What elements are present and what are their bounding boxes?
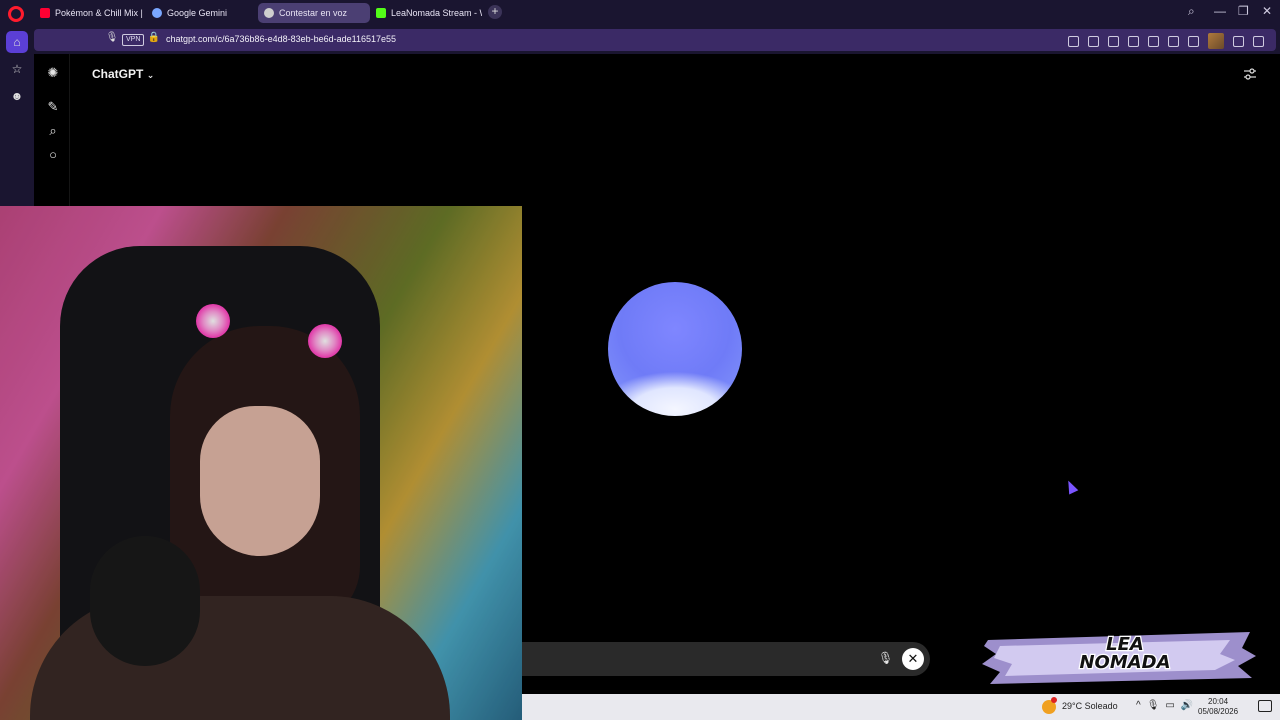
new-tab-button[interactable]: +: [488, 5, 502, 19]
new-chat-icon[interactable]: ✎: [46, 100, 60, 114]
chatgpt-logo-icon[interactable]: ✺: [46, 66, 60, 80]
weather-alert-badge: [1051, 697, 1057, 703]
svg-text:NOMADA: NOMADA: [1079, 652, 1170, 673]
settings-sliders-icon[interactable]: [1243, 67, 1257, 81]
microphone-icon[interactable]: 🎙: [878, 651, 893, 665]
chatgpt-sidebar: ✺ ✎ ⌕ ○: [34, 54, 70, 206]
star-icon[interactable]: ☆: [6, 58, 28, 80]
tab-chatgpt[interactable]: Contestar en voz: [258, 3, 370, 23]
microphone-icon[interactable]: 🎙: [1147, 700, 1160, 711]
lea-nomada-logo: LEA NOMADA: [982, 632, 1256, 684]
youtube-icon: [40, 8, 50, 18]
opera-logo-icon[interactable]: [8, 6, 24, 22]
kick-icon: [376, 8, 386, 18]
lock-icon[interactable]: 🔒: [146, 32, 162, 43]
voice-orb: [608, 282, 742, 416]
home-icon[interactable]: ⌂: [6, 31, 28, 53]
edit-icon[interactable]: [1068, 35, 1079, 47]
tab-pokemon[interactable]: Pokémon & Chill Mix |: [34, 3, 144, 23]
menu-icon[interactable]: [1188, 35, 1199, 47]
notifications-icon[interactable]: 6: [1258, 700, 1272, 712]
network-icon[interactable]: ▭: [1165, 700, 1174, 711]
chevron-up-icon[interactable]: ^: [1136, 700, 1141, 711]
screen: Pokémon & Chill Mix | Google Gemini Cont…: [0, 0, 1280, 720]
system-tray: ^ 🎙 ▭ 🔊: [1136, 700, 1193, 711]
extensions-icon[interactable]: [1253, 35, 1264, 47]
play-icon[interactable]: [1128, 35, 1139, 47]
address-field[interactable]: 🎙 VPN 🔒 chatgpt.com/c/6a736b86-e4d8-83eb…: [34, 29, 1276, 51]
clock-time: 20:04: [1208, 697, 1229, 706]
clock-date: 05/08/2026: [1198, 707, 1239, 716]
vpn-badge[interactable]: VPN: [122, 34, 145, 46]
windows-taskbar: 29°C Soleado ^ 🎙 ▭ 🔊 20:04 05/08/2026 6: [522, 694, 1280, 720]
tab-bar: Pokémon & Chill Mix | Google Gemini Cont…: [0, 0, 1280, 26]
opera-sidebar: ⌂ ☆ ☻: [0, 26, 34, 206]
url-text[interactable]: chatgpt.com/c/6a736b86-e4d8-83eb-be6d-ad…: [166, 34, 396, 44]
ai-icon[interactable]: [1233, 35, 1244, 47]
extension-icons: [1068, 33, 1264, 49]
webcam-overlay: [0, 206, 522, 720]
tab-label: Pokémon & Chill Mix |: [55, 8, 143, 18]
weather-text[interactable]: 29°C Soleado: [1062, 701, 1118, 711]
chat-icon[interactable]: ○: [46, 148, 60, 162]
heart-icon[interactable]: [1148, 35, 1159, 47]
clock[interactable]: 20:04 05/08/2026: [1198, 697, 1238, 717]
camera-icon[interactable]: [1088, 35, 1099, 47]
tab-kick[interactable]: LeaNomada Stream - Wat: [370, 3, 482, 23]
model-selector[interactable]: ChatGPT ⌄: [92, 67, 154, 81]
shield-icon[interactable]: [1108, 35, 1119, 47]
address-bar-row: ‹ › ↻ 🎙 VPN 🔒 chatgpt.com/c/6a736b86-e4d…: [0, 26, 1280, 54]
chatgpt-icon: [264, 8, 274, 18]
microphone-icon[interactable]: 🎙: [104, 32, 120, 43]
tab-gemini[interactable]: Google Gemini: [146, 3, 256, 23]
tab-label: LeaNomada Stream - Wat: [391, 8, 482, 18]
end-voice-button[interactable]: ✕: [902, 648, 924, 670]
voice-controls: 🎙 ✕: [522, 642, 930, 676]
search-icon[interactable]: ⌕: [46, 124, 60, 138]
mouse-cursor-icon: [1063, 478, 1079, 495]
close-window-icon[interactable]: ✕: [1262, 4, 1272, 18]
notification-count: 6: [1267, 702, 1271, 709]
profile-avatar[interactable]: [1208, 33, 1224, 49]
tab-label: Google Gemini: [167, 8, 228, 18]
minimize-icon[interactable]: —: [1214, 4, 1226, 18]
download-icon[interactable]: [1168, 35, 1179, 47]
messenger-icon[interactable]: ☻: [6, 85, 28, 107]
model-title: ChatGPT: [92, 67, 144, 81]
chevron-down-icon: ⌄: [146, 70, 155, 80]
restore-icon[interactable]: ❐: [1238, 4, 1249, 18]
search-tabs-icon[interactable]: ⌕: [1188, 4, 1195, 19]
gemini-icon: [152, 8, 162, 18]
tab-label: Contestar en voz: [279, 8, 348, 18]
volume-icon[interactable]: 🔊: [1181, 700, 1193, 711]
